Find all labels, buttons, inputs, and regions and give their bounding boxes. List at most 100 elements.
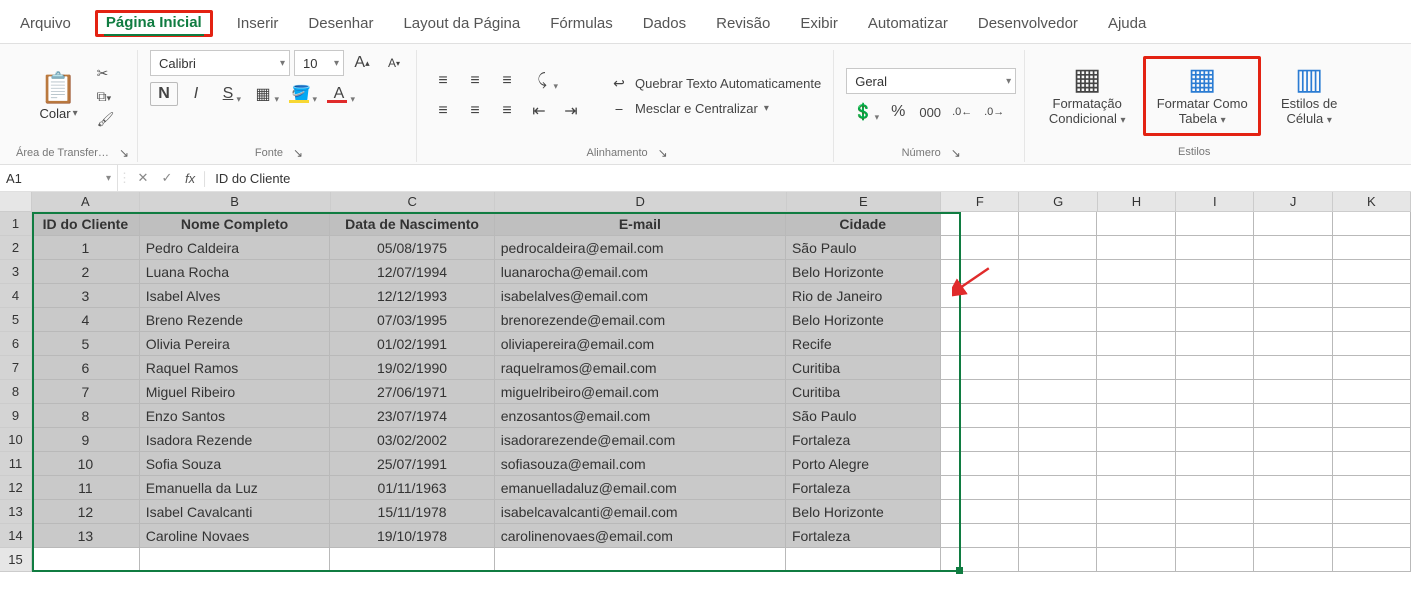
cell-B13[interactable]: Isabel Cavalcanti [140,500,331,524]
percent-format-button[interactable]: % [884,100,912,124]
cell-G4[interactable] [1019,284,1097,308]
cell-A3[interactable]: 2 [32,260,140,284]
number-dialog-launcher[interactable]: ↘ [945,146,961,160]
cell-F15[interactable] [941,548,1019,572]
cell-K15[interactable] [1333,548,1411,572]
cell-A4[interactable]: 3 [32,284,140,308]
row-header-4[interactable]: 4 [0,284,32,308]
cell-E3[interactable]: Belo Horizonte [786,260,941,284]
cell-J1[interactable] [1254,212,1332,236]
align-top-button[interactable]: ≡ [429,69,457,93]
cell-J7[interactable] [1254,356,1332,380]
cell-F2[interactable] [941,236,1019,260]
column-header-E[interactable]: E [787,192,942,211]
cell-F12[interactable] [941,476,1019,500]
tab-home[interactable]: Página Inicial [95,10,213,37]
cell-D1[interactable]: E-mail [495,212,786,236]
cell-I6[interactable] [1176,332,1254,356]
underline-button[interactable]: S [214,82,242,106]
font-size-combo[interactable]: 10▾ [294,50,344,76]
column-header-B[interactable]: B [140,192,331,211]
tab-insert[interactable]: Inserir [231,13,285,34]
cell-D13[interactable]: isabelcavalcanti@email.com [495,500,786,524]
copy-button[interactable]: ⧉▾ [97,88,115,105]
decrease-indent-button[interactable]: ⇤ [525,99,553,123]
cell-E9[interactable]: São Paulo [786,404,941,428]
cell-K7[interactable] [1333,356,1411,380]
cell-D4[interactable]: isabelalves@email.com [495,284,786,308]
cell-H15[interactable] [1097,548,1175,572]
cell-C9[interactable]: 23/07/1974 [330,404,494,428]
cell-J14[interactable] [1254,524,1332,548]
cell-H4[interactable] [1097,284,1175,308]
increase-indent-button[interactable]: ⇥ [557,99,585,123]
cell-C14[interactable]: 19/10/1978 [330,524,494,548]
increase-decimal-button[interactable]: .0← [948,100,976,124]
cell-A9[interactable]: 8 [32,404,140,428]
cell-G9[interactable] [1019,404,1097,428]
cell-F1[interactable] [941,212,1019,236]
cell-G14[interactable] [1019,524,1097,548]
cell-E5[interactable]: Belo Horizonte [786,308,941,332]
cell-B14[interactable]: Caroline Novaes [140,524,331,548]
row-header-1[interactable]: 1 [0,212,32,236]
paste-button[interactable]: 📋 Colar▾ [31,71,87,121]
cell-I12[interactable] [1176,476,1254,500]
column-header-J[interactable]: J [1254,192,1332,211]
bold-button[interactable]: N [150,82,178,106]
cell-H6[interactable] [1097,332,1175,356]
cell-F4[interactable] [941,284,1019,308]
column-header-H[interactable]: H [1098,192,1176,211]
column-header-K[interactable]: K [1333,192,1411,211]
tab-draw[interactable]: Desenhar [302,13,379,34]
cell-K9[interactable] [1333,404,1411,428]
cell-C1[interactable]: Data de Nascimento [330,212,494,236]
cell-G3[interactable] [1019,260,1097,284]
cell-J2[interactable] [1254,236,1332,260]
cell-G5[interactable] [1019,308,1097,332]
cell-B15[interactable] [140,548,331,572]
cell-H2[interactable] [1097,236,1175,260]
cell-J8[interactable] [1254,380,1332,404]
cell-B11[interactable]: Sofia Souza [140,452,331,476]
cell-H10[interactable] [1097,428,1175,452]
cell-I2[interactable] [1176,236,1254,260]
cell-I7[interactable] [1176,356,1254,380]
align-middle-button[interactable]: ≡ [461,69,489,93]
align-bottom-button[interactable]: ≡ [493,69,521,93]
cell-H13[interactable] [1097,500,1175,524]
cell-B6[interactable]: Olivia Pereira [140,332,331,356]
cell-B3[interactable]: Luana Rocha [140,260,331,284]
cell-F3[interactable] [941,260,1019,284]
cell-I11[interactable] [1176,452,1254,476]
row-header-10[interactable]: 10 [0,428,32,452]
cell-H12[interactable] [1097,476,1175,500]
cell-K3[interactable] [1333,260,1411,284]
cell-J9[interactable] [1254,404,1332,428]
row-header-13[interactable]: 13 [0,500,32,524]
cell-G1[interactable] [1019,212,1097,236]
cell-G8[interactable] [1019,380,1097,404]
cell-D15[interactable] [495,548,786,572]
cell-C3[interactable]: 12/07/1994 [330,260,494,284]
cell-C8[interactable]: 27/06/1971 [330,380,494,404]
cell-A10[interactable]: 9 [32,428,140,452]
cell-A6[interactable]: 5 [32,332,140,356]
row-header-12[interactable]: 12 [0,476,32,500]
tab-data[interactable]: Dados [637,13,692,34]
wrap-text-button[interactable]: ↩Quebrar Texto Automaticamente [605,72,825,95]
cell-I8[interactable] [1176,380,1254,404]
cell-F10[interactable] [941,428,1019,452]
cell-A13[interactable]: 12 [32,500,140,524]
cell-K10[interactable] [1333,428,1411,452]
cell-G15[interactable] [1019,548,1097,572]
cell-J5[interactable] [1254,308,1332,332]
row-header-8[interactable]: 8 [0,380,32,404]
cell-I15[interactable] [1176,548,1254,572]
format-as-table-button[interactable]: ▦ Formatar Como Tabela ▾ [1152,63,1252,129]
cell-F9[interactable] [941,404,1019,428]
cell-C15[interactable] [330,548,494,572]
italic-button[interactable]: I [182,82,210,106]
tab-help[interactable]: Ajuda [1102,13,1152,34]
cell-E13[interactable]: Belo Horizonte [786,500,941,524]
